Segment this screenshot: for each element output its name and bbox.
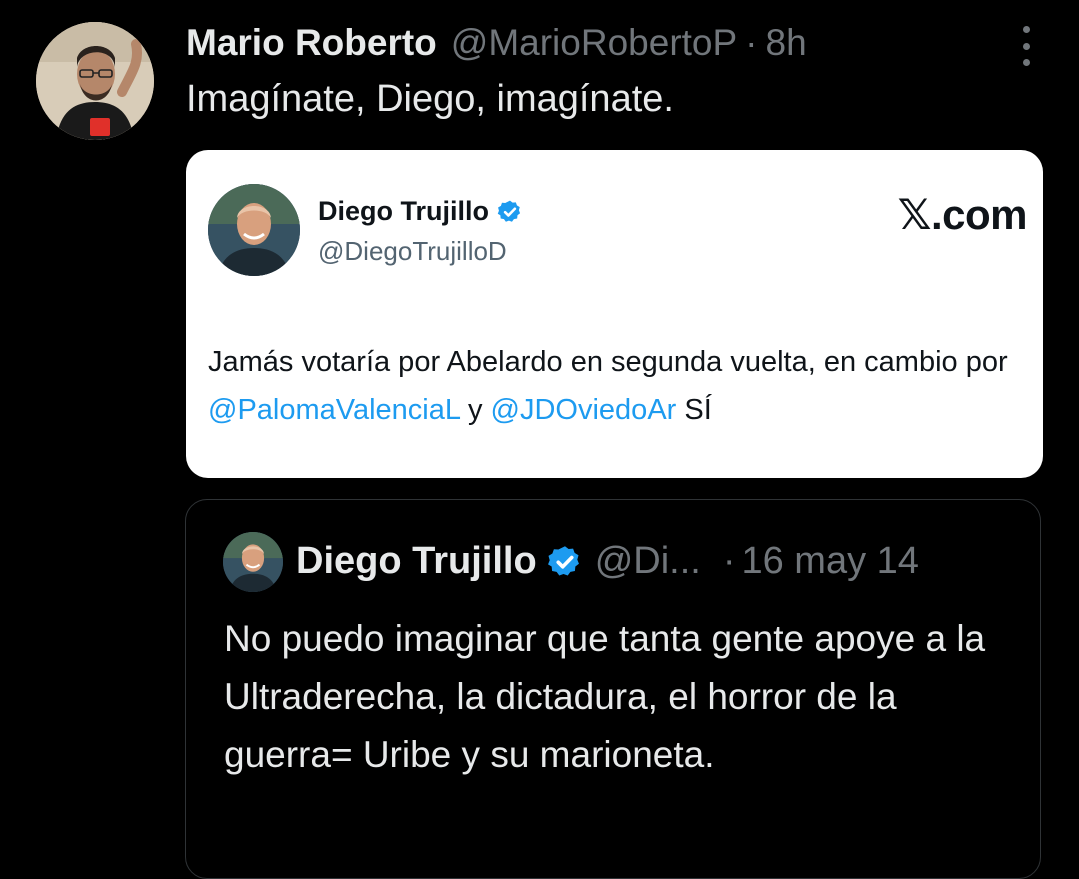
image-author-avatar <box>208 184 300 276</box>
image-author-name-text: Diego Trujillo <box>318 196 490 226</box>
avatar-mario-image <box>36 22 154 140</box>
image-author-name: Diego Trujillo <box>318 196 523 227</box>
avatar-diego-small-image <box>223 532 283 592</box>
quoted-tweet[interactable]: Diego Trujillo @Di... · 16 may 14 No pue… <box>185 499 1041 879</box>
quote-text: No puedo imaginar que tanta gente apoye … <box>224 618 986 775</box>
post-text: Imagínate, Diego, imagínate. <box>186 78 674 120</box>
image-text-part2: y <box>459 394 491 426</box>
more-options-icon[interactable] <box>1019 26 1033 66</box>
image-text-part3: SÍ <box>676 394 712 426</box>
attached-image[interactable]: Diego Trujillo @DiegoTrujilloD 𝕏.com Jam… <box>186 150 1043 478</box>
mention-paloma: @PalomaValenciaL <box>208 394 460 426</box>
verified-badge-icon <box>547 545 579 575</box>
verified-badge-icon <box>497 200 521 222</box>
author-avatar[interactable] <box>36 22 154 140</box>
author-handle[interactable]: @MarioRobertoP <box>451 22 737 64</box>
avatar-diego-image <box>208 184 300 276</box>
quote-author-handle[interactable]: @Di... <box>595 540 701 583</box>
image-text-part1: Jamás votaría por Abelardo en segunda vu… <box>208 346 1008 378</box>
image-card-text: Jamás votaría por Abelardo en segunda vu… <box>208 338 1028 434</box>
separator-dot: · <box>745 22 758 63</box>
image-author-handle: @DiegoTrujilloD <box>318 236 507 266</box>
post-header: Mario Roberto @MarioRobertoP · 8h <box>186 18 1059 68</box>
quote-author-avatar[interactable] <box>223 532 283 592</box>
x-com-logo: 𝕏.com <box>897 191 1028 238</box>
mention-jdoviedo: @JDOviedoAr <box>490 394 677 426</box>
author-name[interactable]: Mario Roberto <box>186 22 437 64</box>
quote-date[interactable]: 16 may 14 <box>741 540 918 583</box>
quote-author-name[interactable]: Diego Trujillo <box>296 540 537 583</box>
quote-header: Diego Trujillo @Di... · 16 may 14 <box>296 540 1010 583</box>
post-time[interactable]: 8h <box>766 22 807 64</box>
separator-dot: · <box>722 540 736 582</box>
